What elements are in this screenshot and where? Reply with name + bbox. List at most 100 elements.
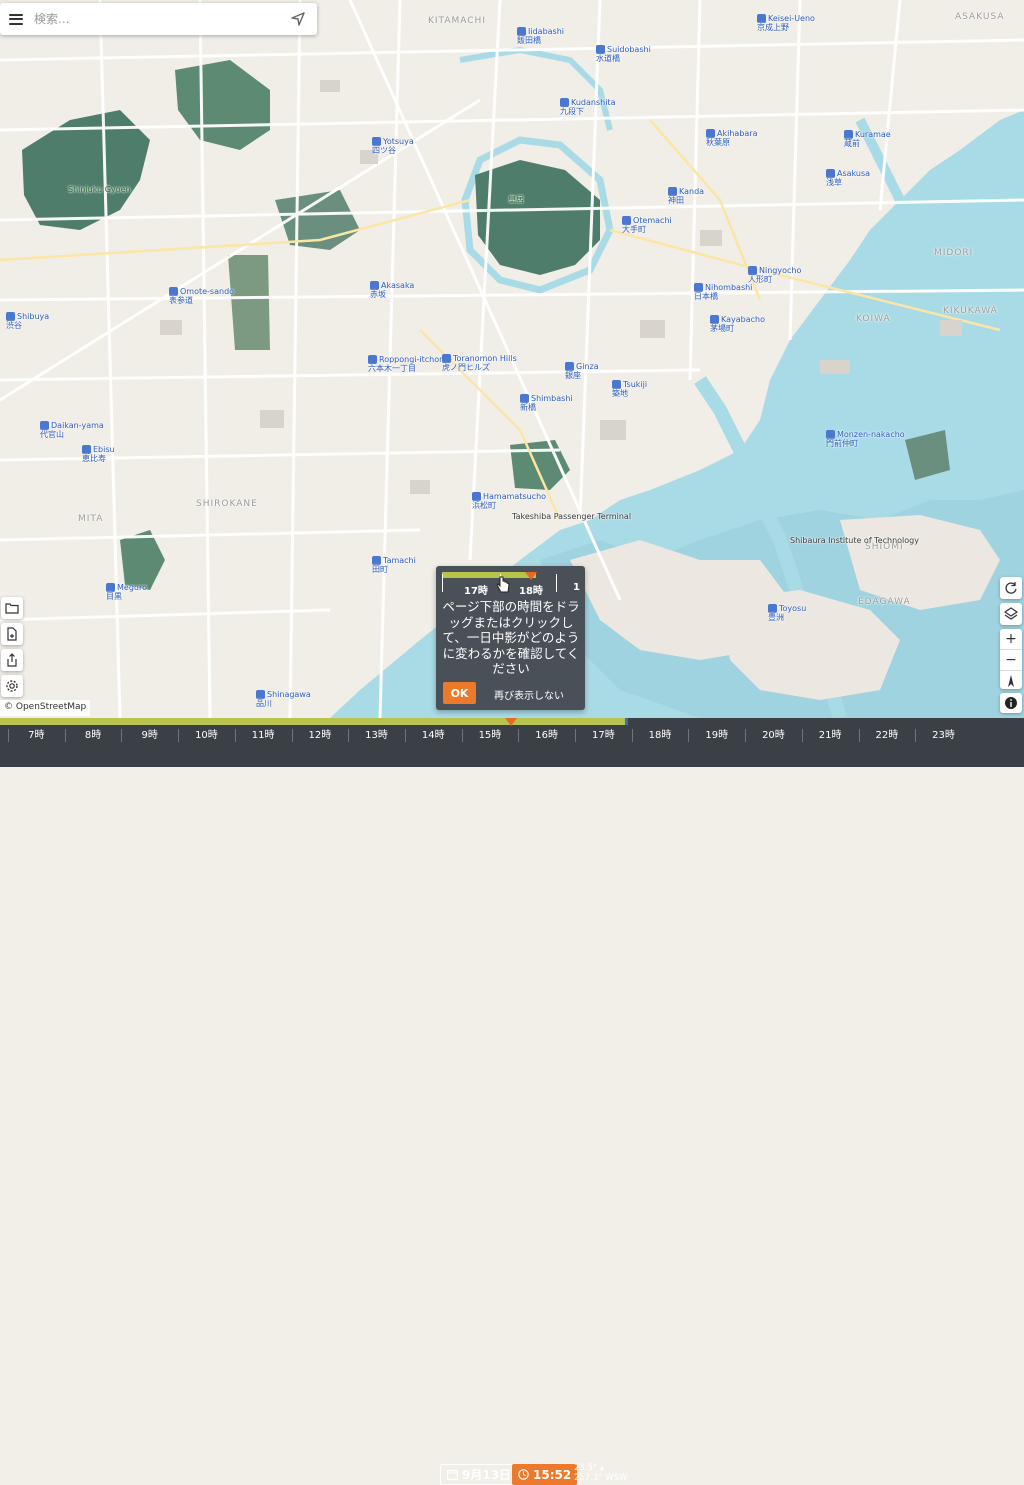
night-segment [628, 718, 1024, 725]
station-name-jp: 赤坂 [370, 290, 386, 299]
map-canvas[interactable]: KITAMACHI ASAKUSA MIDORI KIKUKAWA SHIROK… [0, 0, 1024, 718]
station-name-jp: 京成上野 [757, 23, 789, 32]
station-label[interactable]: Tsukiji 築地 [612, 380, 647, 398]
station-name: Yotsuya [383, 137, 414, 146]
map-attribution[interactable]: © OpenStreetMap [0, 700, 91, 716]
station-label[interactable]: Roppongi-itchome 六本木一丁目 [368, 355, 452, 373]
timeline-hour[interactable]: 8時 [64, 725, 122, 746]
station-label[interactable]: Hamamatsucho 浜松町 [472, 492, 546, 510]
timeline-hour[interactable]: 16時 [518, 725, 575, 746]
station-name: Shinagawa [267, 690, 311, 699]
timeline-hour[interactable]: 17時 [575, 725, 632, 746]
station-label[interactable]: Shinagawa 品川 [256, 690, 311, 708]
zoom-out-button[interactable]: − [1000, 650, 1022, 671]
settings-button[interactable] [1, 675, 23, 697]
timeline-hour[interactable]: 15時 [461, 725, 519, 746]
station-label[interactable]: Toranomon Hills 虎ノ門ヒルズ [442, 354, 517, 372]
station-label[interactable]: Iidabashi 飯田橋 [517, 27, 564, 45]
timeline-hour[interactable]: 20時 [745, 725, 802, 746]
timeline-hour[interactable]: 13時 [348, 725, 405, 746]
info-button[interactable] [1000, 693, 1022, 713]
station-label[interactable]: Asakusa 浅草 [826, 169, 870, 187]
district-label: KIKUKAWA [943, 306, 998, 316]
station-icon [694, 283, 703, 292]
district-label: MITA [78, 514, 104, 524]
ok-button[interactable]: OK [443, 682, 476, 704]
timeline-hour[interactable]: 19時 [688, 725, 745, 746]
station-name-jp: 水道橋 [596, 54, 620, 63]
station-label[interactable]: Omote-sando 表参道 [169, 287, 234, 305]
station-name: Tsukiji [623, 380, 648, 389]
station-name: Otemachi [633, 216, 672, 225]
timeline-hour[interactable]: 21時 [801, 725, 859, 746]
time-marker-icon [525, 572, 537, 580]
station-label[interactable]: Suidobashi 水道橋 [596, 45, 651, 63]
rotate-button[interactable] [1000, 577, 1022, 599]
time-button[interactable]: 15:52 [512, 1464, 578, 1485]
tooltip-message: ページ下部の時間をドラッグまたはクリックして、一日中影がどのように変わるかを確認… [442, 599, 580, 676]
zoom-in-button[interactable]: + [1000, 629, 1022, 650]
share-icon [7, 653, 17, 667]
station-label[interactable]: Nihombashi 日本橋 [694, 283, 752, 301]
timeline-hour[interactable]: 12時 [291, 725, 349, 746]
add-file-button[interactable] [1, 623, 23, 645]
station-label[interactable]: Ebisu 恵比寿 [82, 445, 115, 463]
file-add-icon [7, 627, 17, 641]
station-icon [82, 445, 91, 454]
share-button[interactable] [1, 649, 23, 671]
station-label[interactable]: Ginza 銀座 [565, 362, 599, 380]
timeline-hour[interactable]: 22時 [858, 725, 916, 746]
station-name-jp: 田町 [372, 565, 388, 574]
station-label[interactable]: Kuramae 蔵前 [844, 130, 891, 148]
station-label[interactable]: Tamachi 田町 [372, 556, 416, 574]
station-label[interactable]: Kanda 神田 [668, 187, 704, 205]
menu-icon[interactable] [9, 13, 23, 25]
station-name-jp: 日本橋 [694, 292, 718, 301]
station-label[interactable]: Yotsuya 四ツ谷 [372, 137, 414, 155]
station-name: Daikan-yama [51, 421, 104, 430]
station-name: Shibuya [17, 312, 50, 321]
station-label[interactable]: Monzen-nakacho 門前仲町 [826, 430, 905, 448]
station-icon [844, 130, 853, 139]
station-icon [368, 355, 377, 364]
zoom-controls: + − [1000, 629, 1022, 689]
station-name: Shimbashi [531, 394, 573, 403]
station-name: Tamachi [383, 556, 416, 565]
station-label[interactable]: Otemachi 大手町 [622, 216, 672, 234]
timeline-hour[interactable]: 14時 [404, 725, 462, 746]
station-label[interactable]: Keisei-Ueno 京成上野 [757, 14, 815, 32]
tick [442, 574, 443, 592]
station-label[interactable]: Shibuya 渋谷 [6, 312, 49, 330]
station-label[interactable]: Kayabacho 茅場町 [710, 315, 765, 333]
station-label[interactable]: Meguro 目黒 [106, 583, 147, 601]
station-label[interactable]: Toyosu 豊洲 [768, 604, 806, 622]
timeline-hour[interactable]: 7時 [8, 725, 65, 746]
timeline-hour[interactable]: 18時 [631, 725, 689, 746]
station-label[interactable]: Shimbashi 新橋 [520, 394, 573, 412]
station-name-jp: 新橋 [520, 403, 536, 412]
timeline-hour[interactable]: 23時 [915, 725, 972, 746]
rotate-icon [1005, 582, 1017, 594]
open-folder-button[interactable] [1, 597, 23, 619]
timeline-hour[interactable]: 9時 [121, 725, 178, 746]
station-label[interactable]: Daikan-yama 代官山 [40, 421, 104, 439]
navigate-icon[interactable] [289, 10, 307, 28]
compass-button[interactable] [1000, 671, 1022, 691]
station-icon [748, 266, 757, 275]
date-button[interactable]: 9月13日 [440, 1464, 519, 1485]
station-label[interactable]: Ningyocho 人形町 [748, 266, 801, 284]
dont-show-again-link[interactable]: 再び表示しない [494, 687, 564, 702]
station-icon [370, 281, 379, 290]
search-input[interactable] [32, 11, 289, 27]
station-label[interactable]: Akasaka 赤坂 [370, 281, 414, 299]
station-name: Roppongi-itchome [379, 355, 452, 364]
station-icon [169, 287, 178, 296]
timeline-hour[interactable]: 11時 [234, 725, 292, 746]
layers-button[interactable] [1000, 603, 1022, 625]
station-label[interactable]: Akihabara 秋葉原 [706, 129, 757, 147]
station-name-jp: 代官山 [40, 430, 64, 439]
timeline-hour[interactable]: 10時 [178, 725, 235, 746]
station-label[interactable]: Kudanshita 九段下 [560, 98, 615, 116]
park-label: Shinjuku Gyoen [68, 185, 131, 194]
timeline[interactable]: 7時 8時 9時 10時 11時 12時 13時 14時 15時 16時 17時 18時 19時 20時 2… [0, 718, 1024, 1485]
